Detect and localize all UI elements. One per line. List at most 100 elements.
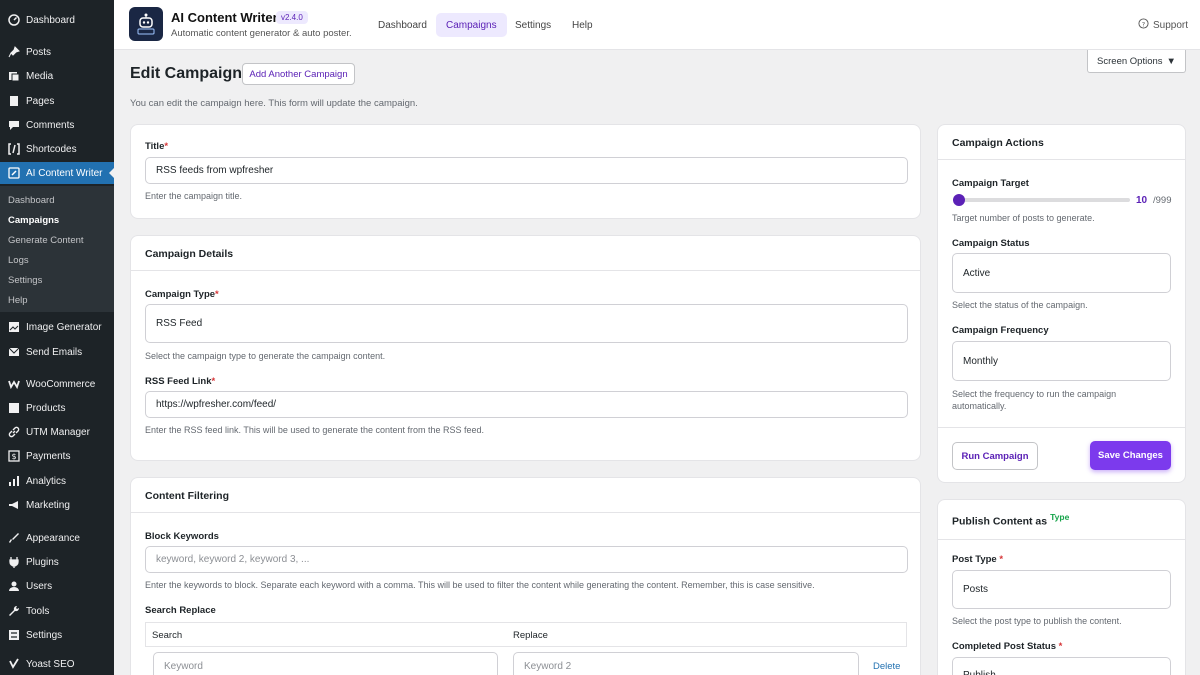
menu-appearance[interactable]: Appearance: [0, 527, 114, 549]
menu-marketing[interactable]: Marketing: [0, 494, 114, 516]
submenu-help[interactable]: Help: [8, 295, 28, 306]
campaign-target-help: Target number of posts to generate.: [952, 213, 1095, 223]
menu-label: Dashboard: [26, 14, 75, 26]
campaign-target-value: 10: [1136, 195, 1148, 206]
menu-label: Settings: [26, 629, 63, 641]
campaign-status-select[interactable]: Active: [952, 253, 1171, 293]
menu-plugins[interactable]: Plugins: [0, 551, 114, 573]
block-keywords-help: Enter the keywords to block. Separate ea…: [145, 580, 815, 590]
title-help: Enter the campaign title.: [145, 191, 243, 201]
divider: [131, 512, 920, 513]
chart-icon: [8, 475, 20, 487]
dashboard-icon: [8, 14, 20, 26]
admin-sidebar: Dashboard Posts Media Pages Comments Sho…: [0, 0, 114, 675]
delete-row-link[interactable]: Delete: [873, 661, 900, 672]
post-type-select[interactable]: Posts: [952, 570, 1171, 609]
menu-label: Comments: [26, 119, 75, 131]
menu-payments[interactable]: $ Payments: [0, 445, 114, 467]
type-badge: Type: [1050, 512, 1070, 522]
menu-label: Image Generator: [26, 321, 102, 333]
campaign-target-slider[interactable]: [955, 198, 1130, 202]
campaign-frequency-help: Select the frequency to run the campaign…: [952, 389, 1117, 411]
menu-label: Users: [26, 580, 53, 592]
submenu-dashboard[interactable]: Dashboard: [8, 195, 54, 206]
tab-dashboard[interactable]: Dashboard: [368, 13, 437, 37]
menu-label: Media: [26, 70, 54, 82]
app-title: AI Content Writer: [171, 10, 278, 25]
menu-ai-content-writer[interactable]: AI Content Writer: [0, 162, 114, 184]
pin-icon: [8, 46, 20, 58]
help-circle-icon: ?: [1138, 18, 1149, 32]
brush-icon: [8, 532, 20, 544]
menu-yoast-seo[interactable]: Yoast SEO: [0, 653, 114, 675]
rss-feed-input[interactable]: https://wpfresher.com/feed/: [145, 391, 908, 418]
link-icon: [8, 426, 20, 438]
menu-label: Appearance: [26, 532, 80, 544]
campaign-type-select[interactable]: RSS Feed: [145, 304, 908, 343]
menu-pages[interactable]: Pages: [0, 90, 114, 112]
woo-icon: [8, 378, 20, 390]
media-icon: [8, 70, 20, 82]
title-input[interactable]: RSS feeds from wpfresher: [145, 157, 908, 184]
divider: [131, 270, 920, 271]
completed-post-status-label: Completed Post Status *: [952, 641, 1063, 652]
menu-woocommerce[interactable]: WooCommerce: [0, 373, 114, 395]
submenu-generate-content[interactable]: Generate Content: [8, 235, 84, 246]
search-replace-label: Search Replace: [145, 605, 216, 616]
menu-label: Plugins: [26, 556, 59, 568]
caret-down-icon: ▼: [1166, 55, 1176, 67]
menu-users[interactable]: Users: [0, 575, 114, 597]
run-campaign-button[interactable]: Run Campaign: [952, 442, 1038, 470]
add-campaign-button[interactable]: Add Another Campaign: [242, 63, 355, 85]
email-icon: [8, 346, 20, 358]
submenu-campaigns[interactable]: Campaigns: [8, 215, 59, 226]
menu-image-generator[interactable]: Image Generator: [0, 316, 114, 338]
divider: [938, 159, 1185, 160]
post-type-help: Select the post type to publish the cont…: [952, 616, 1122, 626]
menu-shortcodes[interactable]: Shortcodes: [0, 138, 114, 160]
campaign-actions-heading: Campaign Actions: [952, 137, 1044, 149]
submenu-settings[interactable]: Settings: [8, 275, 42, 286]
menu-products[interactable]: Products: [0, 397, 114, 419]
screen-options-label: Screen Options: [1097, 55, 1163, 67]
title-label: Title*: [145, 141, 169, 152]
page-description: You can edit the campaign here. This for…: [130, 98, 418, 109]
campaign-frequency-select[interactable]: Monthly: [952, 341, 1171, 381]
wrench-icon: [8, 605, 20, 617]
plugin-header: AI Content Writer v2.4.0 Automatic conte…: [114, 0, 1200, 50]
campaign-frequency-label: Campaign Frequency: [952, 325, 1049, 336]
campaign-details-heading: Campaign Details: [145, 248, 234, 260]
plug-icon: [8, 556, 20, 568]
menu-media[interactable]: Media: [0, 65, 114, 87]
menu-tools[interactable]: Tools: [0, 600, 114, 622]
block-keywords-input[interactable]: keyword, keyword 2, keyword 3, ...: [145, 546, 908, 573]
menu-label: Yoast SEO: [26, 658, 75, 670]
menu-settings[interactable]: Settings: [0, 624, 114, 646]
slider-handle[interactable]: [953, 194, 965, 206]
menu-dashboard[interactable]: Dashboard: [0, 9, 114, 31]
menu-utm-manager[interactable]: UTM Manager: [0, 421, 114, 443]
support-link[interactable]: ? Support: [1138, 18, 1188, 32]
menu-label: Payments: [26, 450, 71, 462]
completed-post-status-select[interactable]: Publish: [952, 657, 1171, 675]
replace-keyword-input[interactable]: Keyword 2: [513, 652, 859, 675]
submenu-logs[interactable]: Logs: [8, 255, 29, 266]
screen-options-button[interactable]: Screen Options ▼: [1087, 50, 1186, 73]
save-changes-button[interactable]: Save Changes: [1090, 441, 1171, 470]
menu-send-emails[interactable]: Send Emails: [0, 341, 114, 363]
menu-label: Pages: [26, 95, 55, 107]
menu-posts[interactable]: Posts: [0, 41, 114, 63]
search-keyword-input[interactable]: Keyword: [153, 652, 498, 675]
menu-comments[interactable]: Comments: [0, 114, 114, 136]
campaign-target-max: /999: [1153, 195, 1172, 206]
app-subtitle: Automatic content generator & auto poste…: [171, 28, 352, 39]
menu-analytics[interactable]: Analytics: [0, 470, 114, 492]
ai-content-writer-submenu: Dashboard Campaigns Generate Content Log…: [0, 186, 114, 312]
tab-help[interactable]: Help: [562, 13, 603, 37]
menu-label: WooCommerce: [26, 378, 96, 390]
tab-settings[interactable]: Settings: [505, 13, 561, 37]
yoast-icon: [8, 658, 20, 670]
content-filtering-heading: Content Filtering: [145, 490, 229, 502]
tab-campaigns[interactable]: Campaigns: [436, 13, 507, 37]
divider: [938, 427, 1185, 428]
